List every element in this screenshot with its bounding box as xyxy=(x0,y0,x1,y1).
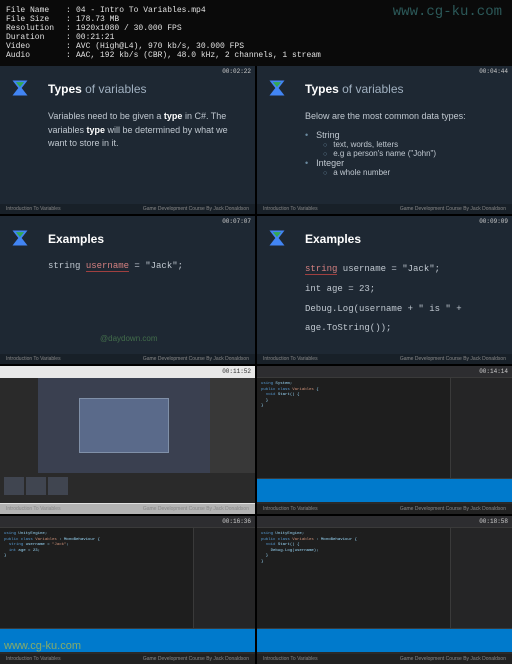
list-intro: Below are the most common data types: xyxy=(305,110,492,124)
thumbnail-6: 00:14:14 using System; public class Vari… xyxy=(257,366,512,514)
thumbnail-1: 00:02:22 Types of variables Variables ne… xyxy=(0,66,255,214)
ide-menubar xyxy=(257,516,512,528)
list-item: Integer a whole number xyxy=(305,158,492,177)
ide-sidepanel xyxy=(450,528,512,628)
slide-title: Examples xyxy=(48,232,235,246)
list-item: String text, words, letters e.g a person… xyxy=(305,130,492,158)
sublist-item: e.g a person's name ("John") xyxy=(323,149,492,158)
jetpack-compose-icon xyxy=(10,78,30,103)
metadata-row-resolution: Resolution:1920x1080 / 30.000 FPS xyxy=(6,24,506,33)
timestamp: 00:04:44 xyxy=(479,68,508,75)
jetpack-compose-icon xyxy=(10,228,30,253)
slide-footer: Introduction To VariablesGame Developmen… xyxy=(257,654,512,664)
jetpack-compose-icon xyxy=(267,78,287,103)
unity-canvas-rect xyxy=(79,398,169,453)
timestamp: 00:11:52 xyxy=(222,368,251,375)
ide-menubar xyxy=(0,516,255,528)
thumbnail-2: 00:04:44 Types of variables Below are th… xyxy=(257,66,512,214)
unity-toolbar xyxy=(0,366,255,378)
thumbnail-7: 00:16:36 using UnityEngine; public class… xyxy=(0,516,255,664)
unity-hierarchy xyxy=(0,378,38,473)
thumbnail-8: 00:18:58 using UnityEngine; public class… xyxy=(257,516,512,664)
slide-footer: Introduction To VariablesGame Developmen… xyxy=(257,504,512,514)
timestamp: 00:14:14 xyxy=(479,368,508,375)
ide-editor: using UnityEngine; public class Variable… xyxy=(0,528,193,628)
slide-body: Variables need to be given a type in C#.… xyxy=(48,110,235,151)
asset-icon xyxy=(4,477,24,495)
asset-icon xyxy=(26,477,46,495)
code-line: string username = "Jack"; xyxy=(48,260,235,274)
timestamp: 00:02:22 xyxy=(222,68,251,75)
metadata-panel: File Name:04 - Intro To Variables.mp4 Fi… xyxy=(0,0,512,66)
ide-statusbar xyxy=(257,478,512,502)
ide-statusbar xyxy=(257,628,512,652)
metadata-row-video: Video:AVC (High@L4), 970 kb/s, 30.000 FP… xyxy=(6,42,506,51)
slide-footer: Introduction To VariablesGame Developmen… xyxy=(257,354,512,364)
metadata-row-audio: Audio:AAC, 192 kb/s (CBR), 48.0 kHz, 2 c… xyxy=(6,51,506,60)
watermark-center: @daydown.com xyxy=(100,334,157,343)
sublist-item: text, words, letters xyxy=(323,140,492,149)
watermark-top: www.cg-ku.com xyxy=(393,4,502,20)
types-list: String text, words, letters e.g a person… xyxy=(305,130,492,177)
ide-menubar xyxy=(257,366,512,378)
jetpack-compose-icon xyxy=(267,228,287,253)
slide-title: Types of variables xyxy=(305,82,492,96)
thumbnail-4: 00:09:09 Examples string username = "Jac… xyxy=(257,216,512,364)
slide-title: Types of variables xyxy=(48,82,235,96)
unity-scene-view xyxy=(38,378,210,473)
watermark-bottom: www.cg-ku.com xyxy=(4,640,81,652)
ide-sidepanel xyxy=(450,378,512,478)
unity-project-panel xyxy=(0,473,255,503)
thumbnail-grid: 00:02:22 Types of variables Variables ne… xyxy=(0,66,512,664)
slide-footer: Introduction To VariablesGame Developmen… xyxy=(0,654,255,664)
unity-inspector xyxy=(210,378,255,473)
slide-footer: Introduction To VariablesGame Developmen… xyxy=(0,504,255,514)
slide-footer: Introduction To VariablesGame Developmen… xyxy=(257,204,512,214)
timestamp: 00:07:07 xyxy=(222,218,251,225)
timestamp: 00:18:58 xyxy=(479,518,508,525)
metadata-row-duration: Duration:00:21:21 xyxy=(6,33,506,42)
thumbnail-5: 00:11:52 Introduction To VariablesGame D… xyxy=(0,366,255,514)
ide-editor: using System; public class Variables { v… xyxy=(257,378,450,478)
sublist-item: a whole number xyxy=(323,168,492,177)
slide-footer: Introduction To VariablesGame Developmen… xyxy=(0,354,255,364)
timestamp: 00:09:09 xyxy=(479,218,508,225)
ide-editor: using UnityEngine; public class Variable… xyxy=(257,528,450,628)
slide-footer: Introduction To VariablesGame Developmen… xyxy=(0,204,255,214)
code-block: string username = "Jack"; int age = 23; … xyxy=(305,260,492,339)
slide-title: Examples xyxy=(305,232,492,246)
asset-icon xyxy=(48,477,68,495)
thumbnail-3: 00:07:07 Examples string username = "Jac… xyxy=(0,216,255,364)
timestamp: 00:16:36 xyxy=(222,518,251,525)
ide-sidepanel xyxy=(193,528,256,628)
